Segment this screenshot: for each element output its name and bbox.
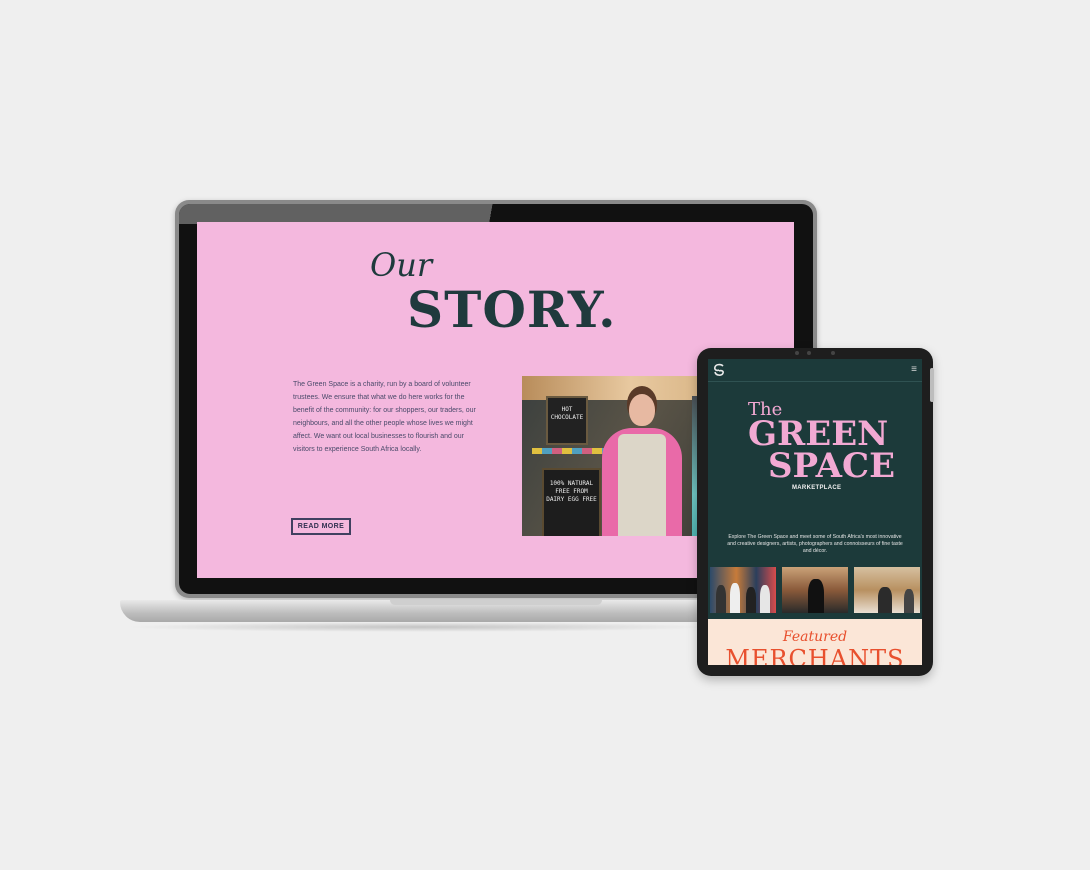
photo-figure	[746, 587, 756, 613]
photo-person-apron	[618, 434, 666, 536]
photo-figure	[730, 583, 740, 613]
photo-figure	[760, 585, 770, 613]
laptop-shadow	[124, 622, 714, 632]
camera-dot	[807, 351, 811, 355]
story-heading-small: Our	[370, 246, 433, 284]
featured-heading-large: MERCHANTS	[725, 645, 905, 665]
hamburger-menu-icon[interactable]: ≡	[911, 364, 917, 376]
camera-dot	[831, 351, 835, 355]
photo-tile[interactable]	[782, 567, 848, 613]
photo-tile[interactable]	[710, 567, 776, 613]
hero-title-space: SPACE	[768, 446, 896, 486]
tablet-screen: ≡ The GREEN SPACE MARKETPLACE Explore Th…	[708, 359, 922, 665]
photo-tile[interactable]	[854, 567, 920, 613]
photo-chalkboard-top: HOT CHOCOLATE	[546, 396, 588, 445]
laptop-notch	[390, 600, 602, 605]
logo-icon-svg	[714, 363, 724, 376]
logo-icon[interactable]	[712, 363, 726, 377]
photo-figure	[878, 587, 892, 613]
photo-chalkboard-top-text: HOT CHOCOLATE	[550, 406, 584, 421]
story-body-text: The Green Space is a charity, run by a b…	[293, 381, 476, 453]
featured-heading-small: Featured	[782, 629, 848, 645]
intro-text: Explore The Green Space and meet some of…	[727, 534, 903, 554]
photo-chalkboard-bottom: 100% NATURAL FREE FROM DAIRY EGG FREE	[542, 468, 601, 536]
photo-person-head	[629, 394, 655, 426]
photo-strip	[710, 567, 920, 613]
camera-dot	[795, 351, 799, 355]
tablet-side-button	[930, 368, 934, 402]
photo-figure	[808, 579, 824, 613]
photo-figure	[716, 585, 726, 613]
photo-figure	[904, 589, 914, 613]
story-heading-large: STORY.	[407, 280, 617, 339]
photo-chalkboard-bottom-text: 100% NATURAL FREE FROM DAIRY EGG FREE	[546, 480, 597, 503]
tablet-camera	[795, 351, 840, 356]
hero-subtitle: MARKETPLACE	[792, 485, 842, 491]
read-more-button[interactable]: READ MORE	[291, 518, 351, 535]
tablet-nav-bar: ≡	[708, 359, 922, 382]
bezel-glare	[179, 204, 509, 224]
